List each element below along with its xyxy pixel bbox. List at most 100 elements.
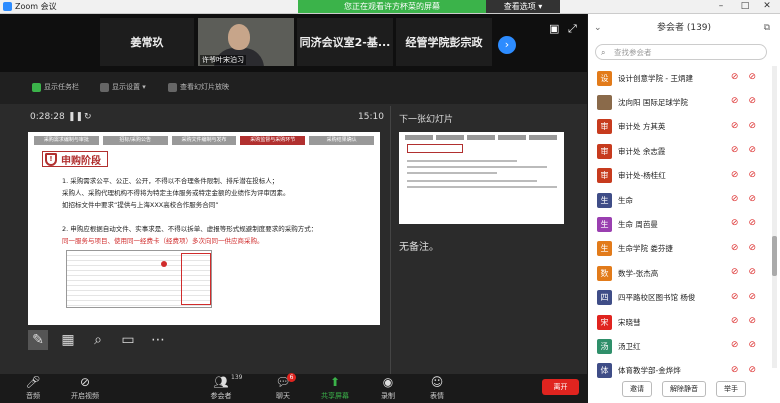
participant-row[interactable]: 审 审计处 余志霞 ⊘⊘ — [588, 139, 772, 163]
participant-name: 四平路校区图书馆 杨俊 — [618, 293, 696, 303]
speaker-notes: 无备注。 — [399, 242, 439, 253]
participant-row[interactable]: 沈向阳 国际足球学院 ⊘⊘ — [588, 90, 772, 114]
mic-muted-icon[interactable]: ⊘⊘ — [731, 145, 766, 155]
participant-count: 139 — [231, 374, 243, 381]
show-taskbar-button[interactable]: 显示任务栏 — [32, 82, 79, 92]
slide-title: 申购阶段 — [61, 155, 101, 167]
participant-name: 审计处-杨桂红 — [618, 171, 666, 181]
scrollbar-thumb[interactable] — [772, 236, 777, 276]
view-options-button[interactable]: 查看选项 ▾ — [486, 0, 560, 13]
participant-row[interactable]: 设 设计创意学院 - 王炳建 ⊘⊘ — [588, 66, 772, 90]
participant-row[interactable]: 生 生命 ⊘⊘ — [588, 188, 772, 212]
mic-muted-icon[interactable]: ⊘⊘ — [731, 96, 766, 106]
video-button[interactable]: ⊘ 开启视频 — [60, 374, 110, 401]
slide-text-line: 同一服务与项目、使用同一经费卡（经费项）多次向同一供应商采购。 — [62, 237, 264, 245]
next-slide-label: 下一张幻灯片 — [399, 115, 454, 125]
step-item: 招标/采购公告 — [102, 136, 168, 145]
next-slide-preview[interactable] — [399, 132, 564, 224]
step-bar: 采购需求编制与审批 招标/采购公告 采购文件编制与发布 采购监督与采购环节 采购… — [34, 136, 374, 145]
clock: 15:10 — [358, 112, 384, 122]
table-marker — [161, 261, 167, 267]
pane-divider[interactable] — [390, 106, 391, 374]
mic-muted-icon[interactable]: ⊘⊘ — [731, 194, 766, 204]
pause-icon[interactable]: ❚❚ — [68, 112, 83, 122]
participant-row[interactable]: 数 数学-张杰高 ⊘⊘ — [588, 261, 772, 285]
audio-button[interactable]: 🎤︎ 音频 — [8, 374, 58, 401]
layout-icon[interactable]: ▣ — [549, 22, 559, 35]
participant-name: 沈向阳 国际足球学院 — [618, 98, 688, 108]
unmute-all-button[interactable]: 解除静音 — [662, 380, 706, 397]
screen-icon[interactable]: ▭ — [118, 330, 138, 350]
participant-name: 宋晓彗 — [618, 317, 641, 327]
video-strip: 姜常玖 许爷叶宋泊习 同济会议室2-基... 经管学院彭宗政 › ▣ ⤢ — [0, 14, 587, 72]
mic-muted-icon[interactable]: ⊘⊘ — [731, 340, 766, 350]
mic-muted-icon[interactable]: ⊘⊘ — [731, 292, 766, 302]
invite-button[interactable]: 邀请 — [622, 380, 652, 397]
avatar: 数 — [597, 265, 612, 281]
leave-button[interactable]: 离开 — [542, 379, 579, 395]
video-tile[interactable]: 同济会议室2-基... — [297, 18, 393, 66]
chat-button[interactable]: 💬︎ 6 聊天 — [258, 373, 308, 401]
window-title: Zoom 会议 — [15, 2, 57, 11]
participant-search-input[interactable]: ⌕ 查找参会者 — [595, 44, 767, 60]
step-item: 采购结果确认 — [309, 136, 374, 145]
participant-row[interactable]: 生 生命 周芭曼 ⊘⊘ — [588, 212, 772, 236]
elapsed-timer: 0:28:28 — [30, 112, 65, 122]
avatar — [597, 95, 612, 111]
mic-muted-icon[interactable]: ⊘⊘ — [731, 243, 766, 253]
participant-row[interactable]: 生 生命学院 娄芬捷 ⊘⊘ — [588, 237, 772, 261]
mic-muted-icon[interactable]: ⊘⊘ — [731, 218, 766, 228]
participants-button[interactable]: 👥︎ 139 参会者 — [196, 374, 246, 401]
shield-icon: ! — [45, 152, 57, 166]
chat-icon: 💬︎ — [275, 375, 291, 389]
current-slide: 采购需求编制与审批 招标/采购公告 采购文件编制与发布 采购监督与采购环节 采购… — [28, 132, 380, 325]
mic-muted-icon[interactable]: ⊘⊘ — [731, 72, 766, 82]
reset-icon[interactable]: ↻ — [84, 112, 92, 122]
raise-hand-button[interactable]: 举手 — [716, 380, 746, 397]
avatar: 审 — [597, 143, 612, 159]
minimize-icon[interactable]: – — [710, 0, 732, 13]
mic-muted-icon[interactable]: ⊘⊘ — [731, 121, 766, 131]
participant-row[interactable]: 审 审计处 方其英 ⊘⊘ — [588, 115, 772, 139]
step-item: 采购文件编制与发布 — [171, 136, 237, 145]
fullscreen-icon[interactable]: ⤢ — [568, 22, 577, 36]
participant-row[interactable]: 汤 汤卫红 ⊘⊘ — [588, 334, 772, 358]
participant-row[interactable]: 宋 宋晓彗 ⊘⊘ — [588, 310, 772, 334]
slideshow-button[interactable]: 查看幻灯片放映 — [168, 82, 229, 92]
panel-header: ⌄ 参会者 (139) ⧉ — [588, 14, 780, 42]
collapse-icon[interactable]: ⌄ — [594, 14, 602, 42]
next-page-icon[interactable]: › — [498, 36, 516, 54]
slide-text-line: 1. 采购需求公平、公正、公开，不得以不合理条件限制、排斥潜在投标人； — [62, 177, 279, 185]
share-banner: 您正在观看许方杯菜的屏幕 — [298, 0, 486, 13]
record-button[interactable]: ◉ 录制 — [363, 374, 413, 401]
shared-screen: 显示任务栏 显示设置 ▾ 查看幻灯片放映 0:28:28 ❚❚ ↻ 15:10 … — [0, 72, 587, 374]
participant-row[interactable]: 审 审计处-杨桂红 ⊘⊘ — [588, 164, 772, 188]
next-slide-title-box — [407, 144, 463, 153]
more-options-icon[interactable]: ⋯ — [148, 330, 168, 350]
mic-muted-icon[interactable]: ⊘⊘ — [731, 170, 766, 180]
close-icon[interactable]: ✕ — [756, 0, 778, 13]
pen-tool-icon[interactable]: ✎ — [28, 330, 48, 350]
avatar: 生 — [597, 217, 612, 233]
step-bar — [405, 135, 558, 140]
participant-name: 审计处 方其英 — [618, 122, 666, 132]
popout-icon[interactable]: ⧉ — [764, 14, 770, 42]
zoom-magnifier-icon[interactable]: ⌕ — [88, 330, 108, 350]
panel-title: 参会者 (139) — [656, 23, 712, 33]
mic-muted-icon[interactable]: ⊘⊘ — [731, 267, 766, 277]
video-off-icon: ⊘ — [79, 375, 91, 389]
video-tile[interactable]: 经管学院彭宗政 — [396, 18, 492, 66]
mic-muted-icon[interactable]: ⊘⊘ — [731, 316, 766, 326]
display-settings-button[interactable]: 显示设置 ▾ — [100, 82, 146, 92]
maximize-icon[interactable]: □ — [734, 0, 756, 13]
video-tile[interactable]: 姜常玖 — [100, 18, 194, 66]
reactions-button[interactable]: ☺ 表情 — [412, 374, 462, 401]
shield-check-icon — [32, 82, 41, 92]
participant-scrollbar[interactable] — [772, 66, 777, 368]
video-tile-active-speaker[interactable]: 许爷叶宋泊习 — [198, 18, 294, 66]
slides-grid-icon[interactable]: ▦ — [58, 330, 78, 350]
participant-name: 数学-张杰高 — [618, 268, 659, 278]
avatar: 宋 — [597, 314, 612, 330]
share-screen-button[interactable]: ⬆ 共享屏幕 — [310, 374, 360, 401]
participant-row[interactable]: 四 四平路校区图书馆 杨俊 ⊘⊘ — [588, 286, 772, 310]
